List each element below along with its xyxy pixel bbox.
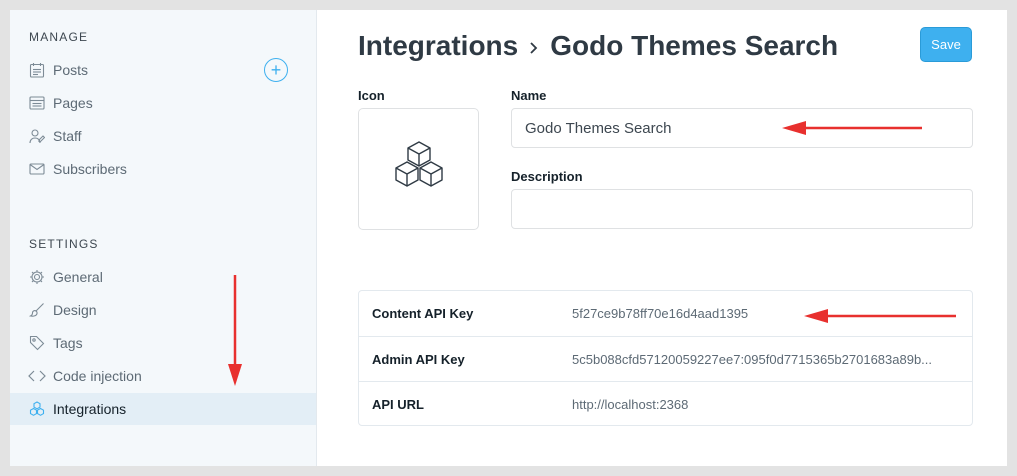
api-key-label: Content API Key — [372, 306, 474, 321]
sidebar-item-label: Pages — [53, 95, 93, 111]
description-input[interactable] — [511, 189, 973, 229]
sidebar-item-label: Code injection — [53, 368, 142, 384]
integrations-icon — [28, 400, 46, 418]
sidebar-item-label: Staff — [53, 128, 82, 144]
save-button[interactable]: Save — [920, 27, 972, 62]
icon-label: Icon — [358, 88, 385, 103]
manage-section-title: MANAGE — [29, 30, 89, 44]
sidebar-item-pages[interactable]: Pages — [10, 87, 316, 119]
plus-circle-icon[interactable]: + — [264, 58, 288, 82]
icon-upload-box[interactable] — [358, 108, 479, 230]
cubes-icon — [390, 140, 448, 199]
pages-icon — [28, 94, 46, 112]
sidebar-item-label: Subscribers — [53, 161, 127, 177]
subscribers-icon — [28, 160, 46, 178]
sidebar-item-label: Posts — [53, 62, 89, 78]
api-key-value[interactable]: 5c5b088cfd57120059227ee7:095f0d7715365b2… — [572, 352, 964, 367]
sidebar-item-subscribers[interactable]: Subscribers — [10, 153, 316, 185]
app-window: MANAGE Posts + Pages Staff Subscribers S… — [10, 10, 1007, 466]
name-label: Name — [511, 88, 547, 103]
sidebar: MANAGE Posts + Pages Staff Subscribers S… — [10, 10, 317, 466]
api-key-label: Admin API Key — [372, 351, 465, 367]
posts-icon — [28, 61, 46, 79]
tag-icon — [28, 334, 46, 352]
code-icon — [28, 367, 46, 385]
description-label: Description — [511, 169, 583, 184]
breadcrumb-separator — [528, 30, 540, 62]
sidebar-item-label: Tags — [53, 335, 83, 351]
api-key-value[interactable]: 5f27ce9b78ff70e16d4aad1395 — [572, 306, 964, 321]
sidebar-item-integrations[interactable]: Integrations — [10, 393, 316, 425]
breadcrumb-parent-link[interactable]: Integrations — [358, 30, 518, 62]
table-row: Content API Key 5f27ce9b78ff70e16d4aad13… — [359, 291, 972, 336]
sidebar-item-label: General — [53, 269, 103, 285]
staff-icon — [28, 127, 46, 145]
settings-section-title: SETTINGS — [29, 237, 99, 251]
breadcrumb-current: Godo Themes Search — [550, 30, 839, 61]
sidebar-item-label: Design — [53, 302, 97, 318]
page-title: Integrations Godo Themes Search — [358, 30, 838, 62]
sidebar-item-general[interactable]: General — [10, 261, 316, 293]
sidebar-item-code-injection[interactable]: Code injection — [10, 360, 316, 392]
sidebar-item-tags[interactable]: Tags — [10, 327, 316, 359]
api-key-label: API URL — [372, 396, 424, 412]
sidebar-item-design[interactable]: Design — [10, 294, 316, 326]
api-key-value[interactable]: http://localhost:2368 — [572, 397, 964, 412]
sidebar-item-label: Integrations — [53, 401, 127, 417]
main-content: Integrations Godo Themes Search Save Ico… — [318, 10, 1007, 466]
table-row: API URL http://localhost:2368 — [359, 381, 972, 426]
gear-icon — [28, 268, 46, 286]
api-keys-table: Content API Key 5f27ce9b78ff70e16d4aad13… — [358, 290, 973, 426]
name-input[interactable]: Godo Themes Search — [511, 108, 973, 148]
sidebar-item-staff[interactable]: Staff — [10, 120, 316, 152]
brush-icon — [28, 301, 46, 319]
table-row: Admin API Key 5c5b088cfd57120059227ee7:0… — [359, 336, 972, 381]
